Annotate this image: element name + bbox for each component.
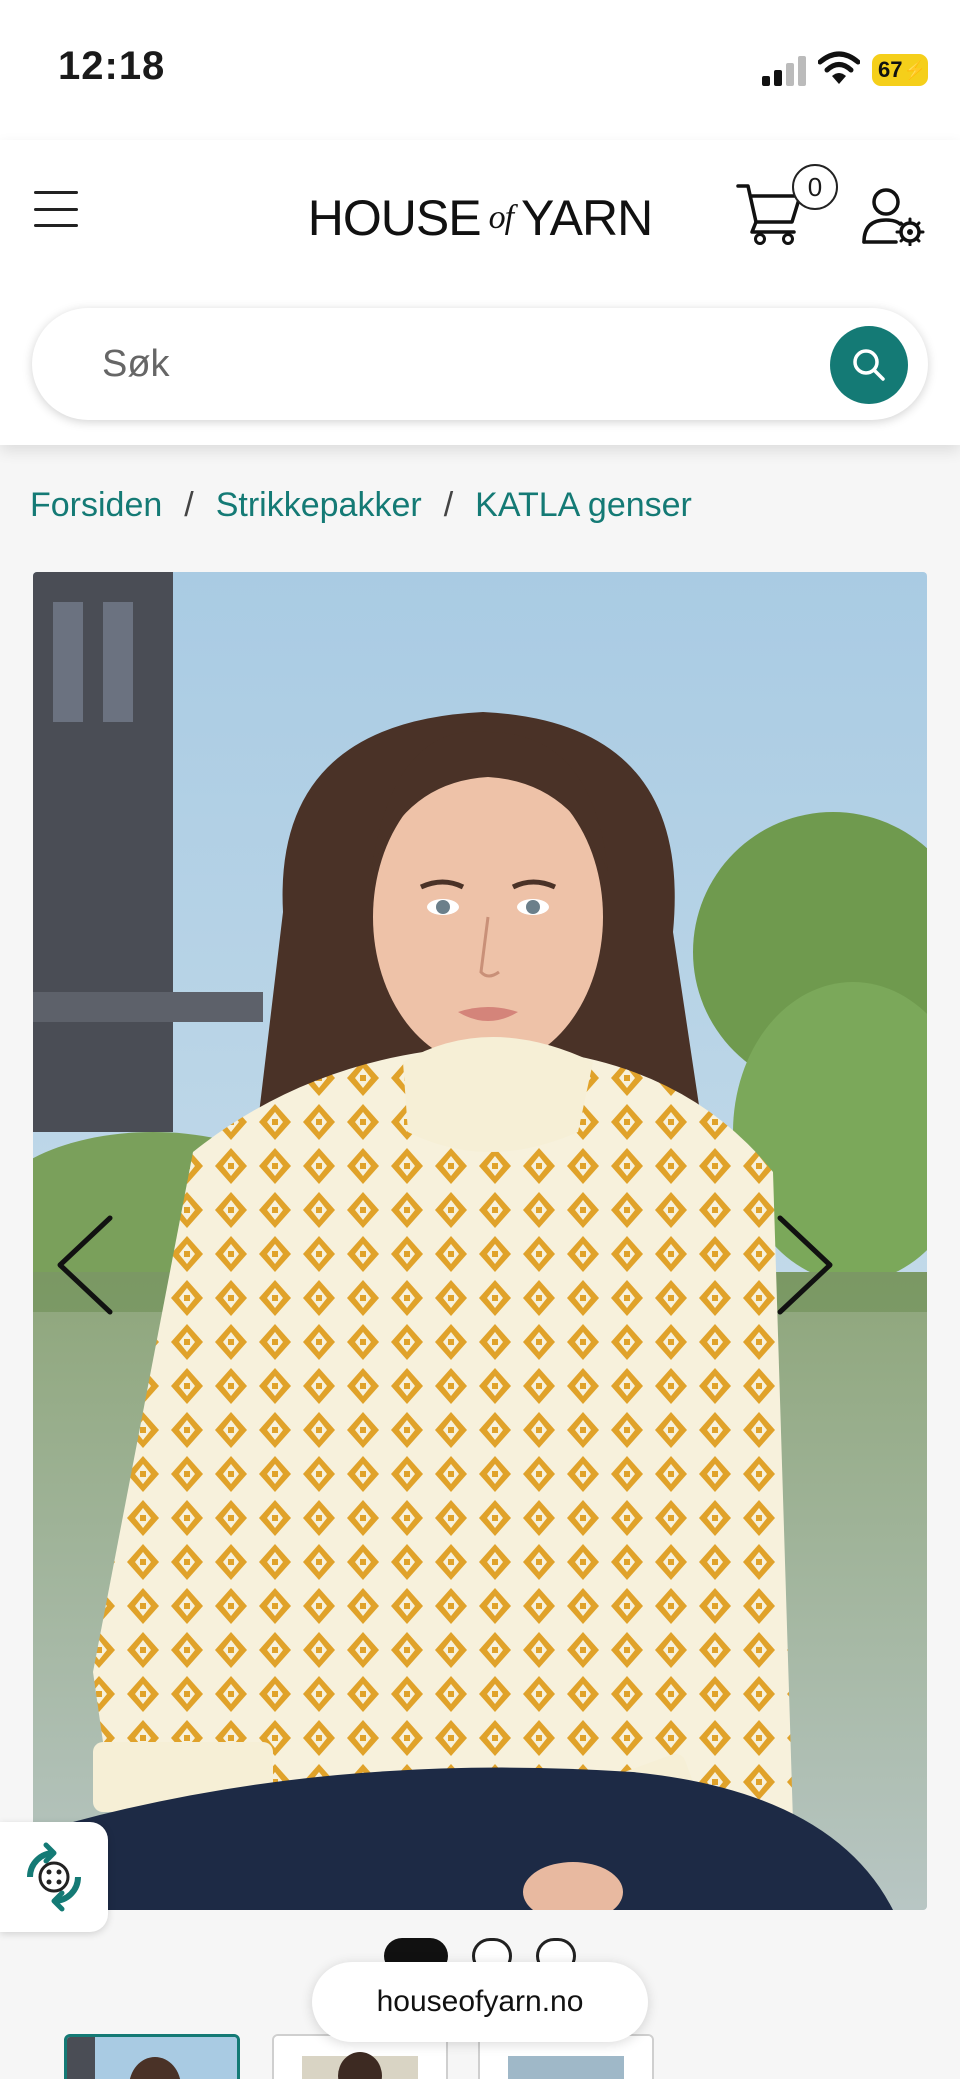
wifi-icon [818,51,860,84]
menu-button[interactable] [28,185,84,233]
battery-indicator: 67 ⚡ [872,54,928,86]
breadcrumb: Forsiden / Strikkepakker / KATLA genser [30,480,692,530]
search-input[interactable] [102,334,802,394]
site-header: HOUSE of YARN 0 [0,140,960,445]
thumbnail-image [480,2036,652,2079]
thumbnail-image [67,2037,237,2079]
battery-level: 67 [878,57,903,82]
search-bar [32,308,928,420]
menu-icon-line [34,191,78,194]
cellular-signal-icon [762,56,806,86]
breadcrumb-item-category[interactable]: Strikkepakker [216,486,422,525]
accessibility-widget-button[interactable] [0,1822,108,1932]
menu-icon-line [34,224,78,227]
cart-count-badge[interactable]: 0 [792,164,838,210]
status-bar: 12:18 67 ⚡ [0,0,960,140]
previous-image-arrow-icon[interactable] [50,1210,120,1320]
browser-url-pill[interactable]: houseofyarn.no [312,1962,648,2042]
breadcrumb-item-current[interactable]: KATLA genser [475,486,692,525]
menu-icon-line [34,207,78,211]
breadcrumb-separator: / [443,485,454,524]
search-icon [853,349,885,381]
breadcrumb-separator: / [184,485,194,524]
site-logo[interactable]: HOUSE of YARN [280,188,680,248]
search-button[interactable] [830,326,908,404]
logo-text-yarn: YARN [521,190,653,246]
status-time: 12:18 [58,44,166,88]
breadcrumb-item-home[interactable]: Forsiden [30,486,162,525]
charging-bolt-icon: ⚡ [903,59,926,80]
next-image-arrow-icon[interactable] [770,1210,840,1320]
account-settings-icon[interactable] [860,186,926,246]
logo-text-house: HOUSE [307,190,482,246]
product-thumbnail-active[interactable] [64,2034,240,2079]
logo-text-of: of [488,199,514,236]
accessibility-icon [27,1842,81,1912]
thumbnail-image [274,2036,446,2079]
